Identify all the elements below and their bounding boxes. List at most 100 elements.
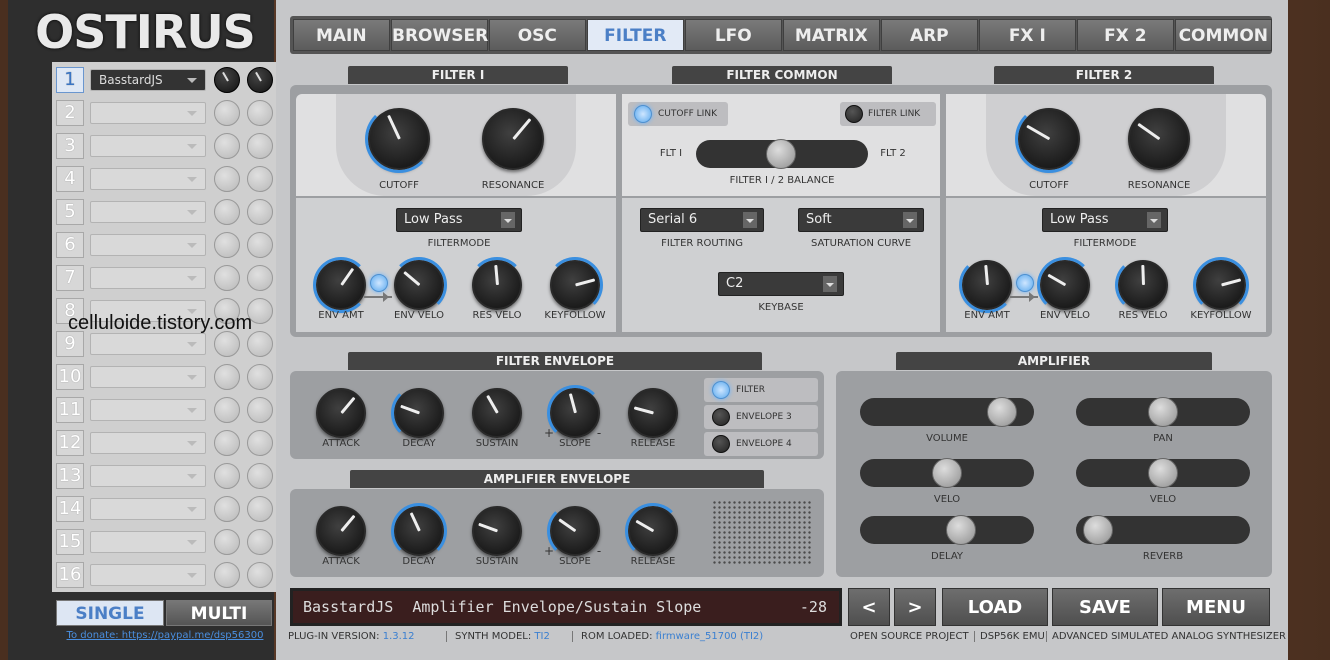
part-preset-select[interactable] <box>90 498 206 520</box>
slider-thumb[interactable] <box>987 397 1017 427</box>
aenv-decay-knob[interactable] <box>391 503 447 559</box>
part-volume-knob[interactable] <box>214 529 240 555</box>
fenv-slope-knob[interactable] <box>547 385 603 441</box>
aenv-release-knob[interactable] <box>625 503 681 559</box>
filter-balance-slider[interactable] <box>696 139 868 169</box>
donate-link[interactable]: To donate: https://paypal.me/dsp56300 <box>52 630 278 641</box>
part-pan-knob[interactable] <box>247 232 273 258</box>
part-preset-select[interactable] <box>90 531 206 553</box>
tab-lfo[interactable]: LFO <box>685 19 782 51</box>
filter2-keyfollow-knob[interactable] <box>1193 257 1249 313</box>
reverb-slider[interactable] <box>1076 515 1250 545</box>
filter2-resonance-knob[interactable] <box>1128 108 1190 170</box>
tab-arp[interactable]: ARP <box>881 19 978 51</box>
part-preset-select[interactable]: BasstardJS <box>90 69 206 91</box>
part-number-button[interactable]: 5 <box>56 199 84 225</box>
part-volume-knob[interactable] <box>214 397 240 423</box>
fenv-attack-knob[interactable] <box>316 388 366 438</box>
part-pan-knob[interactable] <box>247 562 273 588</box>
part-volume-knob[interactable] <box>214 100 240 126</box>
part-number-button[interactable]: 15 <box>56 529 84 555</box>
part-pan-knob[interactable] <box>247 529 273 555</box>
cutoff-link-led[interactable] <box>634 105 652 123</box>
part-pan-knob[interactable] <box>247 397 273 423</box>
part-preset-select[interactable] <box>90 465 206 487</box>
aenv-sustain-knob[interactable] <box>472 506 522 556</box>
part-pan-knob[interactable] <box>247 364 273 390</box>
part-volume-knob[interactable] <box>214 430 240 456</box>
part-number-button[interactable]: 14 <box>56 496 84 522</box>
part-pan-knob[interactable] <box>247 496 273 522</box>
part-preset-select[interactable] <box>90 201 206 223</box>
part-volume-knob[interactable] <box>214 166 240 192</box>
amp-velo-slider[interactable] <box>860 458 1034 488</box>
part-preset-select[interactable] <box>90 399 206 421</box>
slider-thumb[interactable] <box>766 139 796 169</box>
menu-button[interactable]: MENU <box>1162 588 1270 626</box>
part-pan-knob[interactable] <box>247 430 273 456</box>
aenv-slope-knob[interactable] <box>547 503 600 559</box>
part-number-button[interactable]: 2 <box>56 100 84 126</box>
fenv-decay-knob[interactable] <box>391 385 444 441</box>
filter2-env-amt-knob[interactable] <box>959 257 1015 313</box>
part-volume-knob[interactable] <box>214 199 240 225</box>
part-volume-knob[interactable] <box>214 463 240 489</box>
filter1-keyfollow-knob[interactable] <box>547 257 603 313</box>
part-number-button[interactable]: 3 <box>56 133 84 159</box>
part-volume-knob[interactable] <box>214 133 240 159</box>
part-pan-knob[interactable] <box>247 67 273 93</box>
slider-thumb[interactable] <box>932 458 962 488</box>
part-volume-knob[interactable] <box>214 364 240 390</box>
filter1-cutoff-knob[interactable] <box>365 105 433 173</box>
part-preset-select[interactable] <box>90 135 206 157</box>
part-number-button[interactable]: 1 <box>56 67 84 93</box>
part-number-button[interactable]: 12 <box>56 430 84 456</box>
tab-fx-2[interactable]: FX 2 <box>1077 19 1174 51</box>
part-preset-select[interactable] <box>90 234 206 256</box>
multi-mode-button[interactable]: MULTI <box>166 600 272 626</box>
filter2-env-link-led[interactable] <box>1016 274 1034 292</box>
filter1-env-link-led[interactable] <box>370 274 388 292</box>
part-preset-select[interactable] <box>90 564 206 586</box>
tab-browser[interactable]: BROWSER <box>391 19 488 51</box>
part-volume-knob[interactable] <box>214 496 240 522</box>
part-number-button[interactable]: 16 <box>56 562 84 588</box>
part-pan-knob[interactable] <box>247 133 273 159</box>
part-number-button[interactable]: 10 <box>56 364 84 390</box>
part-volume-knob[interactable] <box>214 67 240 93</box>
part-number-button[interactable]: 11 <box>56 397 84 423</box>
filter1-mode-dropdown[interactable]: Low Pass <box>396 208 522 232</box>
slider-thumb[interactable] <box>1148 397 1178 427</box>
aenv-attack-knob[interactable] <box>316 506 366 556</box>
filter1-env-amt-knob[interactable] <box>313 257 369 313</box>
part-preset-select[interactable] <box>90 432 206 454</box>
filter1-env-velo-knob[interactable] <box>391 257 447 313</box>
fenv-release-knob[interactable] <box>628 388 678 438</box>
single-mode-button[interactable]: SINGLE <box>56 600 164 626</box>
tab-common[interactable]: COMMON <box>1175 19 1272 51</box>
part-preset-select[interactable] <box>90 168 206 190</box>
filter2-res-velo-knob[interactable] <box>1115 257 1168 313</box>
part-preset-select[interactable] <box>90 366 206 388</box>
filter1-resonance-knob[interactable] <box>482 108 544 170</box>
filter1-res-velo-knob[interactable] <box>469 257 525 310</box>
part-preset-select[interactable] <box>90 333 206 355</box>
fenv-env3-led[interactable] <box>712 408 730 426</box>
saturation-curve-dropdown[interactable]: Soft <box>798 208 924 232</box>
volume-slider[interactable] <box>860 397 1034 427</box>
part-pan-knob[interactable] <box>247 199 273 225</box>
load-button[interactable]: LOAD <box>942 588 1048 626</box>
pan-slider[interactable] <box>1076 397 1250 427</box>
part-volume-knob[interactable] <box>214 562 240 588</box>
part-pan-knob[interactable] <box>247 463 273 489</box>
part-number-button[interactable]: 13 <box>56 463 84 489</box>
keybase-dropdown[interactable]: C2 <box>718 272 844 296</box>
prev-preset-button[interactable]: < <box>848 588 890 626</box>
filter-link-led[interactable] <box>845 105 863 123</box>
filter-routing-dropdown[interactable]: Serial 6 <box>640 208 764 232</box>
save-button[interactable]: SAVE <box>1052 588 1158 626</box>
tab-filter[interactable]: FILTER <box>587 19 684 51</box>
tab-main[interactable]: MAIN <box>293 19 390 51</box>
part-pan-knob[interactable] <box>247 166 273 192</box>
part-number-button[interactable]: 6 <box>56 232 84 258</box>
